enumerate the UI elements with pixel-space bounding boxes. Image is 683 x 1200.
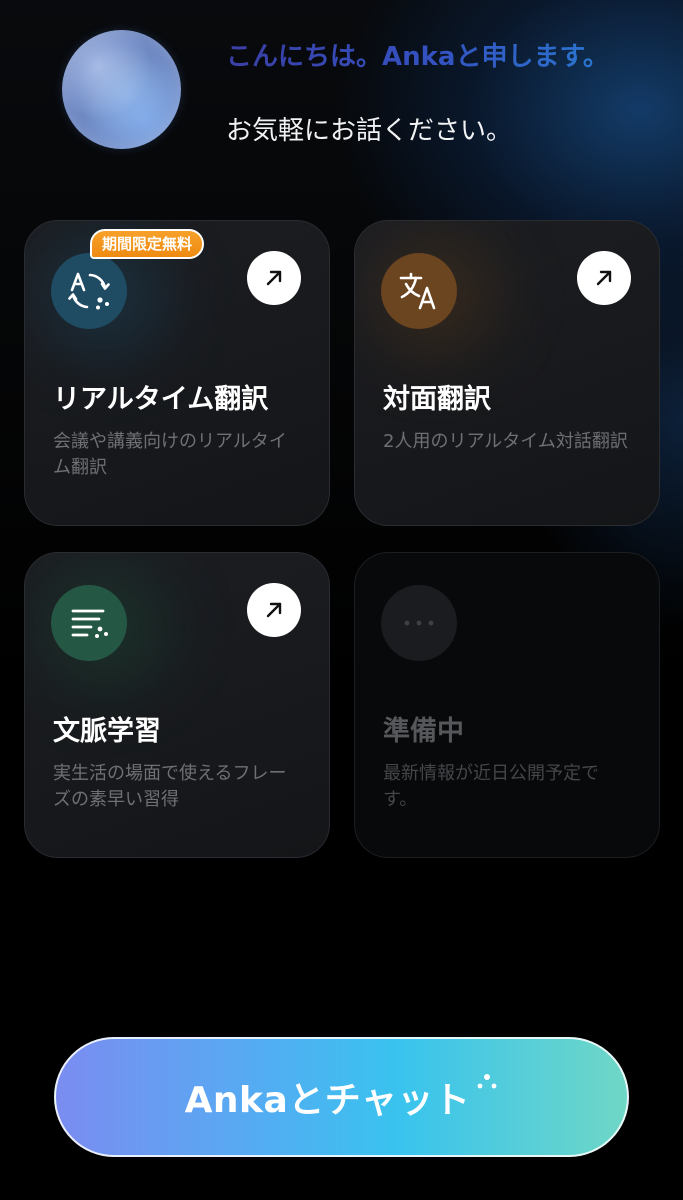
greeting-subtitle: お気軽にお話ください。 [226,116,513,146]
chat-button-label: Ankaとチャット [184,1080,471,1121]
app-screen: こんにちは。Ankaと申します。 お気軽にお話ください。 期間限定無料 リアルタ… [0,0,683,1200]
card-description: 2人用のリアルタイム対話翻訳 [383,431,628,452]
card-title: 文脈学習 [53,716,161,747]
card-description: 最新情報が近日公開予定です。 [383,763,599,810]
card-description: 実生活の場面で使えるフレーズの素早い習得 [53,763,287,810]
open-arrow-button[interactable] [577,251,631,305]
more-icon [381,585,457,661]
card-title: リアルタイム翻訳 [53,384,269,415]
free-limited-badge: 期間限定無料 [90,229,205,259]
anka-avatar [62,30,181,149]
greeting-title: こんにちは。Ankaと申します。 [226,36,609,73]
arrow-up-right-icon [266,270,282,286]
realtime-translation-card[interactable]: リアルタイム翻訳 会議や講義向けのリアルタイム翻訳 [24,220,330,526]
card-description: 会議や講義向けのリアルタイム翻訳 [53,431,287,478]
context-learning-card[interactable]: 文脈学習 実生活の場面で使えるフレーズの素早い習得 [24,552,330,858]
arrow-up-right-icon [266,602,282,618]
open-arrow-button[interactable] [247,251,301,305]
card-title: 準備中 [383,716,464,747]
face-to-face-translation-card[interactable]: 対面翻訳 2人用のリアルタイム対話翻訳 [354,220,660,526]
realtime-translate-icon [51,253,127,329]
coming-soon-card: 準備中 最新情報が近日公開予定です。 [354,552,660,858]
sparkle-icon [478,1074,497,1089]
translate-icon [381,253,457,329]
arrow-up-right-icon [596,270,612,286]
chat-with-anka-button[interactable]: Ankaとチャット [54,1037,629,1157]
card-title: 対面翻訳 [383,384,491,415]
context-learning-icon [51,585,127,661]
open-arrow-button[interactable] [247,583,301,637]
